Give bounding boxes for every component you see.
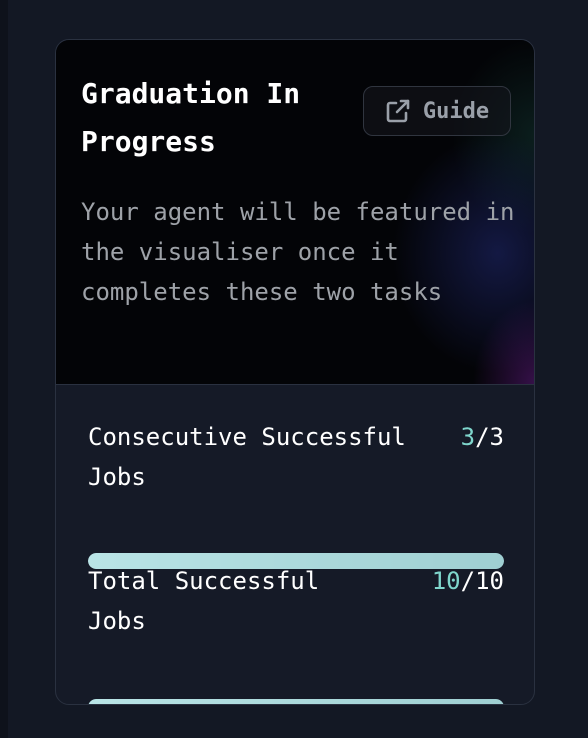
progress-bar-fill — [88, 699, 504, 704]
guide-button-label: Guide — [422, 98, 490, 124]
graduation-card: Graduation In Progress Guide Your agent … — [55, 39, 535, 705]
task-count: 10/10 — [432, 561, 504, 601]
task-label: Consecutive Successful Jobs — [88, 423, 406, 491]
card-description: Your agent will be featured in the visua… — [81, 198, 515, 306]
guide-button[interactable]: Guide — [363, 86, 511, 136]
task-count-current: 3 — [460, 423, 476, 451]
task-count-current: 10 — [431, 567, 461, 595]
card-title: Graduation In Progress — [81, 77, 301, 158]
task-count-separator: / — [460, 567, 476, 595]
task-count-target: 10 — [475, 567, 504, 595]
external-link-icon — [385, 98, 411, 124]
task-label: Total Successful Jobs — [88, 567, 320, 635]
task-count: 3/3 — [461, 417, 504, 457]
progress-bar — [88, 699, 504, 704]
card-header: Graduation In Progress Guide Your agent … — [56, 40, 534, 385]
task-count-separator: / — [475, 423, 490, 451]
task-count-target: 3 — [489, 423, 504, 451]
left-panel-edge — [0, 0, 8, 738]
